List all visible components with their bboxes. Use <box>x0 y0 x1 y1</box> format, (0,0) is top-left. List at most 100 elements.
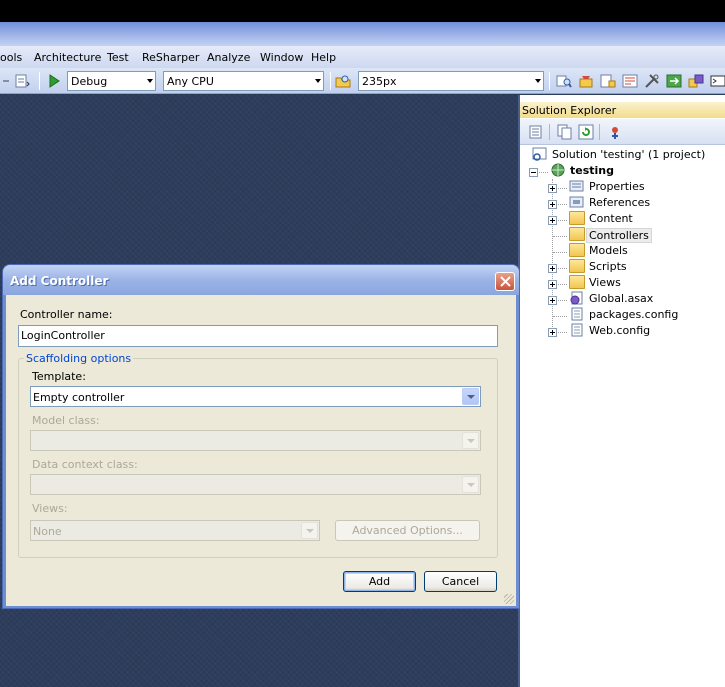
view-class-diagram-icon[interactable] <box>607 124 623 140</box>
command-window-icon[interactable] <box>710 73 725 89</box>
tree-line <box>558 332 567 333</box>
solution-explorer-title: Solution Explorer <box>520 102 725 118</box>
find-in-files-icon[interactable] <box>335 73 351 89</box>
expand-references-toggle[interactable] <box>548 200 557 209</box>
folder-icon <box>569 275 585 289</box>
menu-help[interactable]: Help <box>311 51 336 64</box>
config-file-icon <box>571 307 583 321</box>
tree-line <box>558 300 567 301</box>
chevron-down-icon <box>462 476 479 493</box>
toolbar-separator <box>39 72 40 90</box>
properties-icon <box>569 180 584 192</box>
toolbar-separator <box>330 72 331 90</box>
model-class-label: Model class: <box>32 414 100 427</box>
tree-line <box>553 236 567 237</box>
show-all-files-icon[interactable] <box>557 124 573 140</box>
folder-icon <box>569 259 585 273</box>
menu-window[interactable]: Window <box>260 51 303 64</box>
dialog-title-bar[interactable]: Add Controller <box>3 265 519 295</box>
folder-icon <box>569 243 585 257</box>
dialog-title: Add Controller <box>10 274 109 288</box>
start-page-icon[interactable] <box>666 73 682 89</box>
template-select[interactable]: Empty controller <box>30 386 481 407</box>
refresh-icon[interactable] <box>578 124 594 140</box>
toolbox-icon[interactable] <box>644 73 660 89</box>
tree-item-label: References <box>589 196 651 209</box>
controller-name-input[interactable]: LoginController <box>18 325 498 347</box>
add-controller-dialog: Add Controller Controller name: LoginCon… <box>2 264 520 609</box>
chevron-down-icon[interactable] <box>462 388 479 405</box>
references-icon <box>569 196 584 208</box>
window-top-bar <box>0 0 725 22</box>
tree-line <box>558 284 567 285</box>
toolbar-separator <box>599 124 600 140</box>
find-value: 235px <box>362 75 397 88</box>
expand-views-toggle[interactable] <box>548 280 557 289</box>
folder-icon <box>569 211 585 225</box>
menu-analyze[interactable]: Analyze <box>207 51 250 64</box>
toolbar-separator <box>549 124 550 140</box>
expand-scripts-toggle[interactable] <box>548 264 557 273</box>
tree-item-label: Models <box>589 244 628 257</box>
expand-properties-toggle[interactable] <box>548 184 557 193</box>
cancel-button[interactable]: Cancel <box>424 571 497 592</box>
menu-architecture[interactable]: Architecture <box>34 51 101 64</box>
global-asax-icon <box>570 291 583 305</box>
model-class-select[interactable] <box>30 430 481 451</box>
tree-item-label: Scripts <box>589 260 627 273</box>
data-context-class-select[interactable] <box>30 474 481 495</box>
solution-explorer-panel: Solution Explorer Solution 'testing' (1 … <box>518 95 725 687</box>
class-view-icon[interactable] <box>688 73 704 89</box>
dialog-body: Controller name: LoginController Scaffol… <box>6 295 516 606</box>
tree-item-label: Properties <box>589 180 645 193</box>
add-button[interactable]: Add <box>343 571 416 592</box>
tree-line <box>553 316 567 317</box>
properties-window-icon[interactable] <box>600 73 616 89</box>
views-select[interactable]: None <box>30 520 320 541</box>
solution-explorer-toolbar <box>520 119 725 145</box>
controller-name-value: LoginController <box>21 329 105 342</box>
tree-item-label: Views <box>589 276 621 289</box>
platform-combo[interactable]: Any CPU <box>163 71 324 91</box>
expand-global-asax-toggle[interactable] <box>548 296 557 305</box>
object-browser-icon[interactable] <box>622 73 638 89</box>
expand-web-config-toggle[interactable] <box>548 328 557 337</box>
template-label: Template: <box>32 370 86 383</box>
tree-line <box>558 204 567 205</box>
chevron-down-icon <box>315 79 321 83</box>
tree-line <box>558 220 567 221</box>
solution-explorer-icon[interactable] <box>578 73 594 89</box>
chevron-down-icon <box>535 79 541 83</box>
expand-content-toggle[interactable] <box>548 216 557 225</box>
views-value: None <box>33 525 62 538</box>
scaffolding-options-legend: Scaffolding options <box>24 352 134 365</box>
chevron-down-icon <box>462 432 479 449</box>
web-project-icon <box>551 163 565 177</box>
menu-resharper[interactable]: ReSharper <box>142 51 199 64</box>
solution-icon <box>532 147 547 161</box>
views-label: Views: <box>32 502 68 515</box>
menu-test[interactable]: Test <box>107 51 129 64</box>
tree-item-label: Web.config <box>589 324 651 337</box>
find-combo[interactable]: 235px <box>358 71 544 91</box>
menu-tools[interactable]: ools <box>0 51 22 64</box>
start-debugging-icon[interactable] <box>46 73 62 89</box>
folder-icon <box>569 227 585 241</box>
configuration-combo[interactable]: Debug <box>67 71 156 91</box>
data-context-class-label: Data context class: <box>32 458 138 471</box>
collapse-project-toggle[interactable] <box>529 168 538 177</box>
tree-item-label: packages.config <box>589 308 679 321</box>
advanced-options-button[interactable]: Advanced Options... <box>335 520 480 541</box>
tree-line <box>539 172 548 173</box>
properties-icon[interactable] <box>528 124 544 140</box>
project-label: testing <box>570 164 614 177</box>
comment-icon[interactable] <box>14 73 30 89</box>
tree-line <box>553 252 567 253</box>
resize-grip-icon[interactable] <box>504 594 514 604</box>
configuration-value: Debug <box>71 75 108 88</box>
find-icon[interactable] <box>556 73 572 89</box>
dropdown-arrow-icon[interactable] <box>2 73 10 89</box>
close-button[interactable] <box>495 272 515 291</box>
tree-item-label: Controllers <box>586 228 652 243</box>
close-icon <box>500 276 511 287</box>
